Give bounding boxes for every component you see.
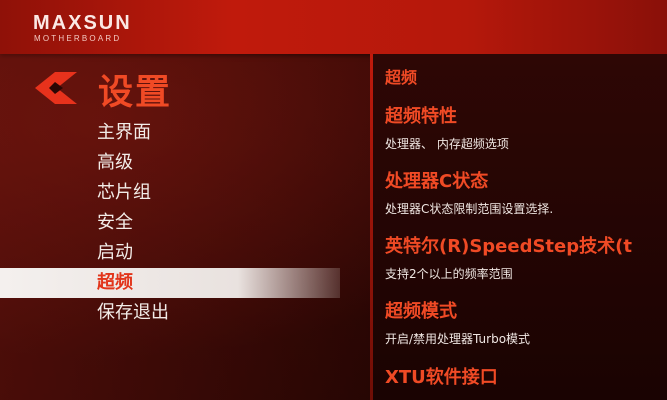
option-speedstep[interactable]: 英特尔(R)SpeedStep技术(t 支持2个以上的频率范围 — [385, 232, 632, 282]
back-arrow-icon[interactable] — [33, 68, 79, 108]
menu-item-security[interactable]: 安全 — [0, 208, 340, 238]
menu-item-chipset[interactable]: 芯片组 — [0, 178, 340, 208]
main-menu: 主界面 高级 芯片组 安全 启动 超频 保存退出 — [0, 118, 340, 328]
option-description: 支持2个以上的频率范围 — [385, 267, 513, 281]
bios-screen: MAXSUN MOTHERBOARD 设置 主界面 高级 芯片组 安全 启动 超… — [0, 0, 667, 400]
detail-panel: 超频 超频特性 处理器、 内存超频选项 处理器C状态 处理器C状态限制范围设置选… — [373, 54, 667, 400]
option-title: XTU软件接口 — [385, 367, 498, 388]
option-description: 处理器C状态限制范围设置选择. — [385, 202, 554, 216]
option-title: 处理器C状态 — [385, 171, 489, 192]
menu-item-main[interactable]: 主界面 — [0, 118, 340, 148]
option-overclock-features[interactable]: 超频特性 处理器、 内存超频选项 — [385, 102, 509, 152]
option-title: 超频模式 — [385, 301, 457, 322]
option-cpu-c-state[interactable]: 处理器C状态 处理器C状态限制范围设置选择. — [385, 167, 553, 217]
page-title: 设置 — [98, 73, 173, 113]
option-turbo-mode[interactable]: 超频模式 开启/禁用处理器Turbo模式 — [385, 297, 530, 347]
menu-item-save-exit[interactable]: 保存退出 — [0, 298, 340, 328]
option-title: 超频特性 — [385, 106, 457, 127]
option-title: 英特尔(R)SpeedStep技术(t — [385, 236, 632, 257]
brand-header: MAXSUN MOTHERBOARD — [0, 0, 667, 54]
option-description: 处理器、 内存超频选项 — [385, 137, 509, 151]
brand-subtitle: MOTHERBOARD — [34, 34, 122, 43]
menu-item-boot[interactable]: 启动 — [0, 238, 340, 268]
menu-item-overclock[interactable]: 超频 — [0, 268, 340, 298]
menu-item-advanced[interactable]: 高级 — [0, 148, 340, 178]
option-xtu-interface[interactable]: XTU软件接口 — [385, 363, 498, 389]
brand-logo: MAXSUN — [33, 12, 132, 34]
section-title: 超频 — [385, 68, 418, 87]
option-description: 开启/禁用处理器Turbo模式 — [385, 332, 531, 346]
